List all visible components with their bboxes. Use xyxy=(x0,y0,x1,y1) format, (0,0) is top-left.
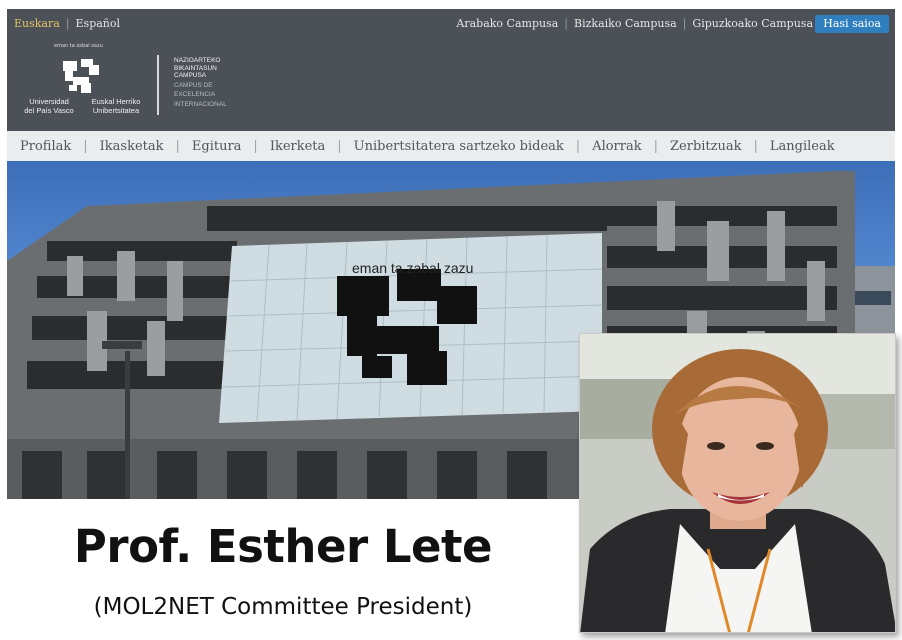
page-title: Prof. Esther Lete xyxy=(73,520,493,573)
main-nav: Profilak | Ikasketak | Egitura | Ikerket… xyxy=(7,131,895,161)
campus-link-bizkaia[interactable]: Bizkaiko Campusa xyxy=(574,17,677,30)
campus-link-araba[interactable]: Arabako Campusa xyxy=(456,17,558,30)
nav-item-zerbitzuak[interactable]: Zerbitzuak xyxy=(670,139,742,154)
lang-euskara-link[interactable]: Euskara xyxy=(14,17,60,30)
university-eu-line2: Unibertsitatea xyxy=(92,106,140,115)
separator: | xyxy=(753,138,758,154)
separator: | xyxy=(564,17,569,30)
university-logo-icon[interactable] xyxy=(59,53,103,97)
nav-item-profilak[interactable]: Profilak xyxy=(20,139,71,154)
nav-item-sartzeko-bideak[interactable]: Unibertsitatera sartzeko bideak xyxy=(354,139,564,154)
nav-item-ikasketak[interactable]: Ikasketak xyxy=(100,139,164,154)
separator: | xyxy=(65,17,70,30)
language-switcher: Euskara | Español xyxy=(14,17,120,30)
university-name-es: Universidad del País Vasco xyxy=(15,97,83,115)
separator: | xyxy=(575,138,581,154)
separator: | xyxy=(253,138,258,154)
site-header: eman ta zabal zazu Universidad del País … xyxy=(7,39,895,131)
page-subtitle: (MOL2NET Committee President) xyxy=(93,594,473,620)
nav-item-egitura[interactable]: Egitura xyxy=(192,139,242,154)
facade-motto-text: eman ta zabal zazu xyxy=(352,260,474,276)
nav-item-ikerketa[interactable]: Ikerketa xyxy=(270,139,325,154)
nav-item-alorrak[interactable]: Alorrak xyxy=(592,139,641,154)
university-eu-line1: Euskal Herriko xyxy=(91,97,141,106)
campus-eu-line2: BIKAINTASUN xyxy=(174,64,217,72)
lang-espanol-link[interactable]: Español xyxy=(76,17,121,30)
university-es-line2: del País Vasco xyxy=(24,106,74,115)
campus-eu-line3: CAMPUSA xyxy=(174,72,207,79)
campus-es-line2: EXCELENCIA xyxy=(174,91,216,98)
university-es-line1: Universidad xyxy=(29,97,69,106)
nav-item-langileak[interactable]: Langileak xyxy=(770,139,835,154)
portrait-photo xyxy=(579,333,896,633)
separator: | xyxy=(175,138,180,154)
excellence-campus-label: NAZIOARTEKO BIKAINTASUN CAMPUSA CAMPUS D… xyxy=(174,57,227,108)
logo-divider xyxy=(157,55,159,115)
login-button[interactable]: Hasi saioa xyxy=(815,15,889,33)
separator: | xyxy=(682,17,687,30)
campus-link-gipuzkoa[interactable]: Gipuzkoako Campusa xyxy=(692,17,813,30)
separator: | xyxy=(337,138,342,154)
logo-motto: eman ta zabal zazu xyxy=(54,43,103,49)
campus-es-line1: CAMPUS DE xyxy=(174,81,213,89)
separator: | xyxy=(653,138,659,154)
person-photo xyxy=(580,334,895,632)
campus-eu-line1: NAZIOARTEKO xyxy=(174,57,221,64)
campus-es-line3: INTERNACIONAL xyxy=(174,100,227,108)
separator: | xyxy=(83,138,88,154)
campus-links: Arabako Campusa | Bizkaiko Campusa | Gip… xyxy=(456,17,813,30)
top-utility-bar: Euskara | Español Arabako Campusa | Bizk… xyxy=(7,9,895,39)
university-name-eu: Euskal Herriko Unibertsitatea xyxy=(85,97,147,115)
